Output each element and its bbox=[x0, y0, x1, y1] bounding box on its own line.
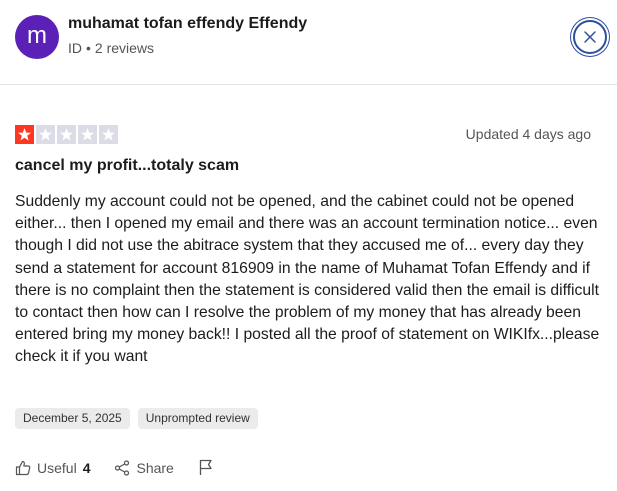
star-icon bbox=[39, 128, 52, 141]
close-icon bbox=[584, 31, 596, 43]
star-empty bbox=[36, 125, 55, 144]
review-page: m muhamat tofan effendy Effendy ID • 2 rev… bbox=[0, 0, 617, 491]
avatar[interactable]: m bbox=[15, 15, 59, 59]
unprompted-tag: Unprompted review bbox=[137, 408, 258, 429]
share-button[interactable]: Share bbox=[114, 459, 174, 476]
star-icon bbox=[18, 128, 31, 141]
reviewer-meta: ID • 2 reviews bbox=[68, 40, 154, 56]
review-body: Suddenly my account could not be opened,… bbox=[15, 193, 600, 366]
review-tags: December 5, 2025 Unprompted review bbox=[15, 408, 258, 429]
review-title: cancel my profit...totaly scam bbox=[15, 157, 240, 174]
star-icon bbox=[60, 128, 73, 141]
reviewer-review-count: 2 reviews bbox=[94, 40, 155, 56]
updated-timestamp: Updated 4 days ago bbox=[465, 126, 591, 142]
star-filled bbox=[15, 125, 34, 144]
reviewer-country: ID bbox=[68, 40, 82, 56]
reviewer-header: m muhamat tofan effendy Effendy ID • 2 rev… bbox=[0, 0, 617, 85]
useful-label: Useful bbox=[37, 459, 77, 476]
close-button[interactable] bbox=[573, 20, 607, 54]
share-icon bbox=[115, 459, 130, 476]
star-empty bbox=[78, 125, 97, 144]
star-icon bbox=[81, 128, 94, 141]
flag-button[interactable] bbox=[198, 459, 214, 476]
separator-dot: • bbox=[86, 40, 91, 56]
flag-icon bbox=[199, 459, 212, 475]
thumbs-up-icon bbox=[15, 460, 31, 475]
star-rating bbox=[15, 125, 118, 145]
date-tag: December 5, 2025 bbox=[15, 408, 130, 429]
reviewer-name[interactable]: muhamat tofan effendy Effendy bbox=[68, 15, 307, 33]
star-icon bbox=[102, 128, 115, 141]
review-actions: Useful 4 Share bbox=[15, 459, 238, 476]
share-label: Share bbox=[136, 459, 174, 476]
useful-button[interactable]: Useful 4 bbox=[15, 460, 90, 476]
star-empty bbox=[57, 125, 76, 144]
useful-count: 4 bbox=[82, 459, 91, 476]
star-empty bbox=[99, 125, 118, 144]
